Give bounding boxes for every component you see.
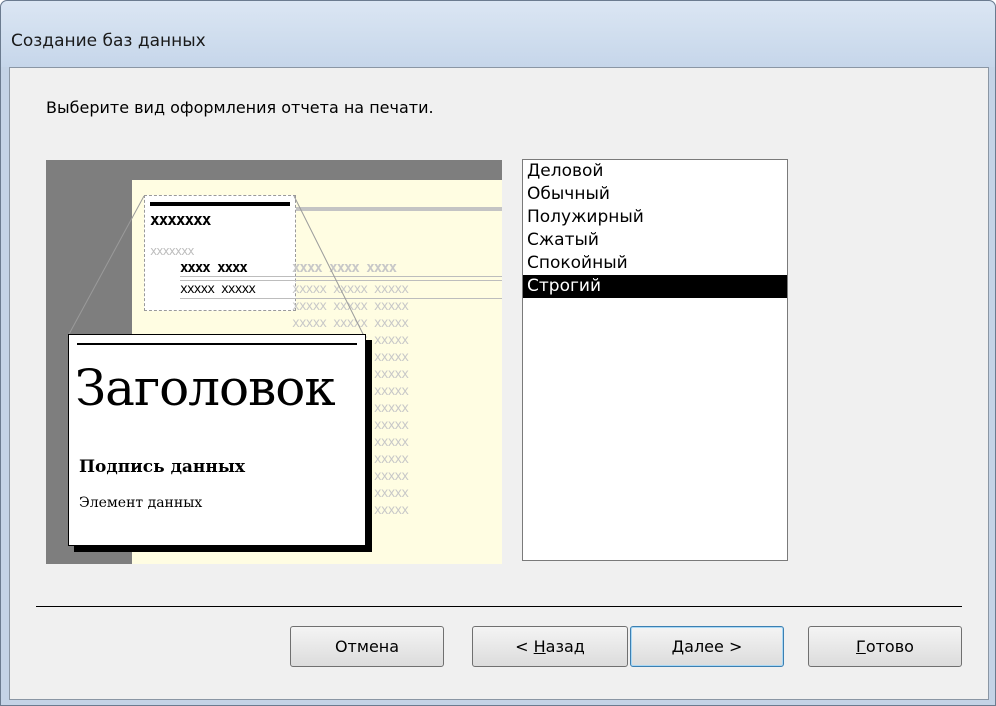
back-button[interactable]: < Назад [472,626,628,667]
dialog-body: Выберите вид оформления отчета на печати… [9,67,989,700]
instruction-text: Выберите вид оформления отчета на печати… [46,98,434,117]
wizard-window: Создание баз данных Выберите вид оформле… [0,0,996,706]
style-preview: xxxxxxx xxxxxxx xxxx xxxx xxxx xxxx xxxx… [46,160,502,564]
finish-button[interactable]: Готово [808,626,962,667]
style-option-obychny[interactable]: Обычный [523,183,787,206]
style-listbox[interactable]: Деловой Обычный Полужирный Сжатый Спокой… [522,159,788,561]
cancel-button[interactable]: Отмена [290,626,444,667]
next-button[interactable]: Далее > [630,626,784,667]
style-option-szhaty[interactable]: Сжатый [523,229,787,252]
preview-item-label: Элемент данных [79,495,203,511]
preview-caption-label: Подпись данных [79,457,245,477]
window-title: Создание баз данных [11,31,206,51]
button-separator [36,606,962,607]
preview-label-card: Заголовок Подпись данных Элемент данных [68,334,366,546]
style-option-strogiy[interactable]: Строгий [523,275,787,298]
cancel-button-label: Отмена [334,637,400,656]
title-bar[interactable]: Создание баз данных [1,1,995,67]
finish-button-label: Готово [856,637,914,656]
label-card-rule [77,343,357,345]
style-option-spokoyny[interactable]: Спокойный [523,252,787,275]
preview-heading-label: Заголовок [75,359,336,417]
style-option-poluzhirny[interactable]: Полужирный [523,206,787,229]
style-option-delovoy[interactable]: Деловой [523,160,787,183]
back-button-label: < Назад [515,637,585,656]
next-button-label: Далее > [671,637,743,656]
